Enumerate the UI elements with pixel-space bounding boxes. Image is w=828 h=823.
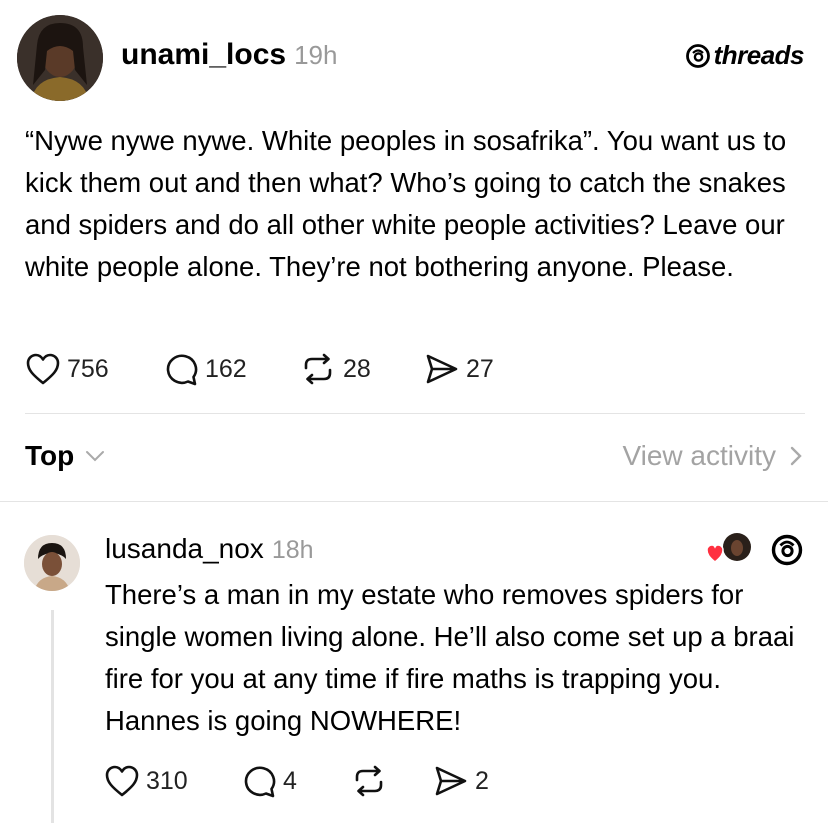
reply-username[interactable]: lusanda_nox bbox=[105, 533, 264, 565]
heart-icon bbox=[105, 765, 139, 797]
reply-comment-button[interactable]: 4 bbox=[241, 764, 297, 798]
post-username[interactable]: unami_locs bbox=[121, 38, 286, 72]
repost-count: 28 bbox=[343, 354, 371, 383]
chevron-down-icon bbox=[86, 451, 105, 462]
reply-like-button[interactable]: 310 bbox=[104, 764, 188, 798]
repost-icon bbox=[355, 765, 383, 797]
reply-repost-button[interactable] bbox=[350, 764, 388, 798]
divider bbox=[0, 501, 828, 502]
profile-photo bbox=[24, 535, 80, 591]
view-activity-link[interactable]: View activity bbox=[622, 440, 804, 472]
send-icon bbox=[426, 354, 458, 384]
author-liked-badge bbox=[706, 532, 754, 566]
share-count: 27 bbox=[466, 354, 494, 383]
avatar[interactable] bbox=[17, 15, 103, 101]
reply-share-count: 2 bbox=[475, 766, 489, 795]
view-activity-label: View activity bbox=[622, 440, 776, 471]
repost-icon bbox=[304, 353, 332, 385]
heart-icon bbox=[26, 353, 60, 385]
threads-wordmark: threads bbox=[713, 40, 805, 70]
comment-count: 162 bbox=[205, 354, 247, 383]
thread-line bbox=[51, 610, 54, 823]
comment-button[interactable]: 162 bbox=[163, 352, 247, 386]
reply-share-button[interactable]: 2 bbox=[433, 764, 489, 798]
sort-dropdown[interactable]: Top bbox=[25, 440, 106, 472]
reply-timestamp: 18h bbox=[271, 536, 314, 564]
comment-icon bbox=[166, 354, 198, 386]
reply-text: There’s a man in my estate who removes s… bbox=[105, 579, 795, 736]
threads-icon bbox=[771, 534, 803, 566]
sort-label: Top bbox=[25, 440, 75, 471]
post-text: “Nywe nywe nywe. White peoples in sosafr… bbox=[25, 125, 787, 282]
like-button[interactable]: 756 bbox=[25, 352, 109, 386]
liked-by-author-icon bbox=[706, 533, 751, 563]
post-timestamp: 19h bbox=[294, 40, 338, 70]
threads-badge[interactable] bbox=[770, 533, 804, 572]
threads-logo: threads bbox=[685, 40, 805, 71]
share-button[interactable]: 27 bbox=[424, 352, 494, 386]
send-icon bbox=[435, 766, 467, 796]
like-count: 756 bbox=[67, 354, 109, 383]
reply-like-count: 310 bbox=[146, 766, 188, 795]
chevron-right-icon bbox=[790, 446, 802, 466]
profile-photo bbox=[17, 15, 103, 101]
reply-avatar[interactable] bbox=[24, 535, 80, 591]
divider bbox=[25, 413, 805, 414]
repost-button[interactable]: 28 bbox=[299, 352, 371, 386]
comment-icon bbox=[244, 766, 276, 798]
threads-icon bbox=[685, 43, 710, 68]
reply-comment-count: 4 bbox=[283, 766, 297, 795]
